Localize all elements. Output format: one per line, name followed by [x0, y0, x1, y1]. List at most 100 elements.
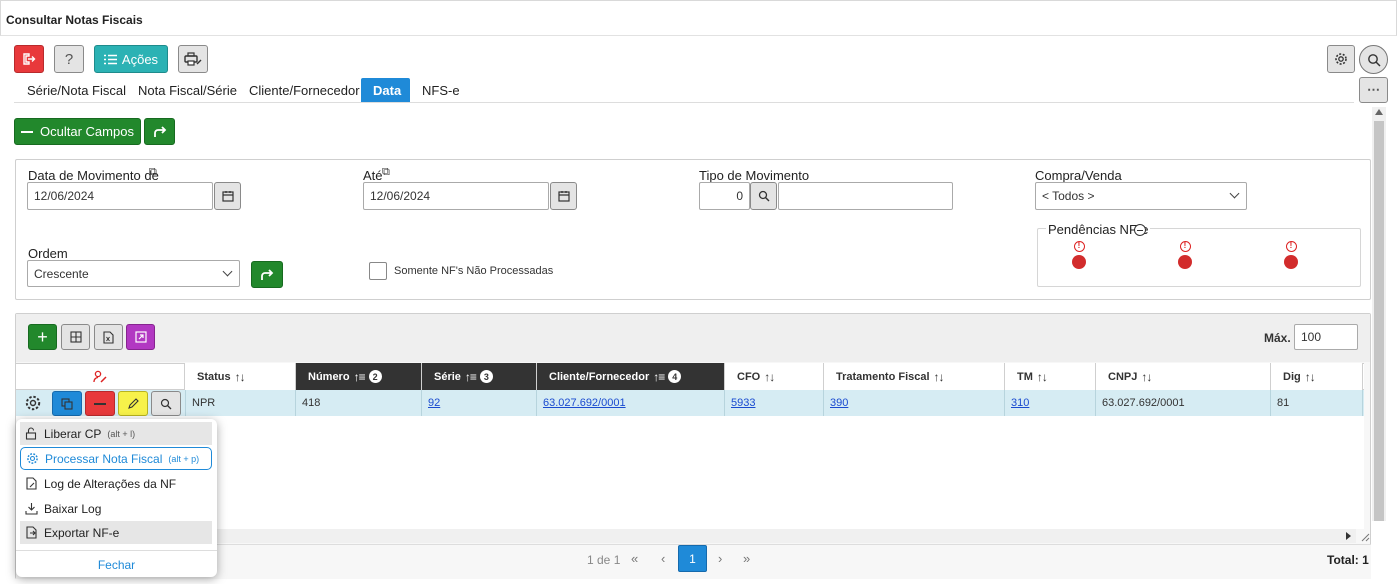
grid-body [16, 416, 1364, 529]
excel-button[interactable] [94, 324, 123, 350]
col-tratamento[interactable]: Tratamento Fiscal ↑↓ [824, 363, 1005, 390]
col-status[interactable]: Status ↑↓ [185, 363, 296, 390]
cliente-link[interactable]: 63.027.692/0001 [543, 397, 626, 409]
pendencia-alert[interactable]: ! [1283, 241, 1299, 269]
total-count: Total: 1 [1327, 553, 1369, 567]
apply-button[interactable] [251, 261, 283, 288]
pendencia-alert[interactable]: ! [1071, 241, 1087, 269]
cfo-link[interactable]: 5933 [731, 397, 755, 409]
settings-button[interactable] [1327, 45, 1355, 73]
tab-cliente-fornecedor[interactable]: Cliente/Fornecedor [237, 78, 372, 102]
tab-data[interactable]: Data [361, 78, 410, 102]
grid-icon [69, 331, 82, 343]
menu-item-label: Exportar NF-e [44, 525, 120, 540]
resize-handle-icon[interactable] [1358, 529, 1371, 543]
download-icon [25, 503, 38, 515]
ate-calendar-button[interactable] [550, 182, 577, 210]
prev-page-icon[interactable]: ‹ [661, 551, 665, 566]
data-mov-calendar-button[interactable] [214, 182, 241, 210]
cell-tm: 310 [1005, 390, 1096, 416]
scroll-right-icon[interactable] [1346, 532, 1351, 540]
serie-link[interactable]: 92 [428, 397, 440, 409]
grid-view-button[interactable] [61, 324, 90, 350]
tm-link[interactable]: 310 [1011, 397, 1029, 409]
menu-item-baixar-log[interactable]: Baixar Log [20, 497, 212, 520]
minus-icon [21, 130, 34, 133]
search-button[interactable] [1359, 45, 1388, 74]
scroll-up-icon[interactable] [1375, 109, 1383, 115]
ordem-select[interactable]: Crescente [27, 260, 240, 287]
sort-asc-icon: ↑≡ [653, 369, 665, 384]
menu-item-exportar-nfe[interactable]: Exportar NF-e [20, 521, 212, 544]
delete-row-button[interactable] [85, 391, 115, 416]
collapse-icon[interactable] [1134, 224, 1146, 236]
tab-serie-nota[interactable]: Série/Nota Fiscal [15, 78, 138, 102]
edit-row-button[interactable] [118, 391, 148, 416]
col-dig-label: Dig [1283, 370, 1301, 383]
print-button[interactable] [178, 45, 208, 73]
tab-nfse[interactable]: NFS-e [410, 78, 472, 102]
acoes-button[interactable]: Ações [94, 45, 168, 73]
list-icon [103, 54, 117, 64]
redo-button[interactable] [144, 118, 175, 145]
export-view-button[interactable] [126, 324, 155, 350]
col-cnpj[interactable]: CNPJ ↑↓ [1096, 363, 1271, 390]
vertical-scrollbar[interactable] [1372, 107, 1386, 521]
sort-order-badge: 4 [668, 370, 682, 383]
acoes-label: Ações [121, 51, 159, 67]
pendencia-alert[interactable]: ! [1177, 241, 1193, 269]
horizontal-scrollbar[interactable] [16, 529, 1356, 543]
cell-cnpj: 63.027.692/0001 [1096, 390, 1271, 416]
hide-fields-button[interactable]: Ocultar Campos [14, 118, 141, 145]
page-1-button[interactable]: 1 [678, 545, 707, 572]
col-tm[interactable]: TM ↑↓ [1005, 363, 1096, 390]
ate-input[interactable]: 12/06/2024 [363, 182, 549, 210]
context-menu: Liberar CP (alt + l) Processar Nota Fisc… [16, 419, 217, 577]
help-button[interactable]: ? [54, 45, 84, 73]
tipo-mov-code-input[interactable]: 0 [699, 182, 750, 210]
menu-item-log-alteracoes[interactable]: Log de Alterações da NF [20, 472, 212, 495]
tratamento-link[interactable]: 390 [830, 397, 848, 409]
share-arrow-icon [153, 125, 166, 137]
data-mov-input[interactable]: 12/06/2024 [27, 182, 213, 210]
copy-row-button[interactable] [52, 391, 82, 416]
close-menu-button[interactable]: Fechar [16, 554, 217, 574]
data-mov-label: Data de Movimento de [28, 168, 159, 183]
menu-item-liberar-cp[interactable]: Liberar CP (alt + l) [20, 422, 212, 445]
first-page-icon[interactable]: « [631, 551, 638, 566]
compra-venda-select[interactable]: < Todos > [1035, 182, 1247, 210]
col-serie[interactable]: Série ↑≡ 3 [422, 363, 537, 390]
last-page-icon[interactable]: » [743, 551, 750, 566]
ordem-value: Crescente [34, 267, 89, 281]
somente-label: Somente NF's Não Processadas [394, 265, 554, 277]
col-dig[interactable]: Dig ↑↓ [1271, 363, 1363, 390]
tab-nota-serie[interactable]: Nota Fiscal/Série [126, 78, 249, 102]
calendar-icon [557, 191, 570, 202]
minus-icon [94, 402, 106, 405]
col-cfo[interactable]: CFO ↑↓ [725, 363, 824, 390]
next-page-icon[interactable]: › [718, 551, 722, 566]
ellipsis-icon: ⋯ [1367, 82, 1380, 97]
max-input[interactable]: 100 [1294, 324, 1358, 350]
view-row-button[interactable] [151, 391, 181, 416]
menu-item-processar[interactable]: Processar Nota Fiscal (alt + p) [20, 447, 212, 470]
file-export-icon [26, 526, 37, 539]
copy-icon[interactable]: ⧉ [382, 166, 390, 179]
tipo-mov-desc-input[interactable] [778, 182, 953, 210]
add-button[interactable]: + [28, 324, 57, 350]
cell-cfo: 5933 [725, 390, 824, 416]
col-numero[interactable]: Número ↑≡ 2 [296, 363, 422, 390]
col-cliente[interactable]: Cliente/Fornecedor ↑≡ 4 [537, 363, 725, 390]
scrollbar-thumb[interactable] [1374, 121, 1384, 521]
cell-status: NPR [185, 390, 296, 416]
compra-venda-value: < Todos > [1042, 189, 1095, 203]
more-button[interactable]: ⋯ [1359, 77, 1388, 103]
copy-icon[interactable]: ⧉ [149, 166, 157, 179]
sort-icon: ↑↓ [933, 369, 945, 384]
exit-button[interactable] [14, 45, 44, 73]
somente-checkbox[interactable] [369, 262, 387, 280]
row-gear-icon[interactable] [24, 394, 42, 415]
tipo-mov-search-button[interactable] [750, 182, 777, 210]
unlock-icon [25, 427, 37, 440]
copy-icon [61, 397, 73, 410]
